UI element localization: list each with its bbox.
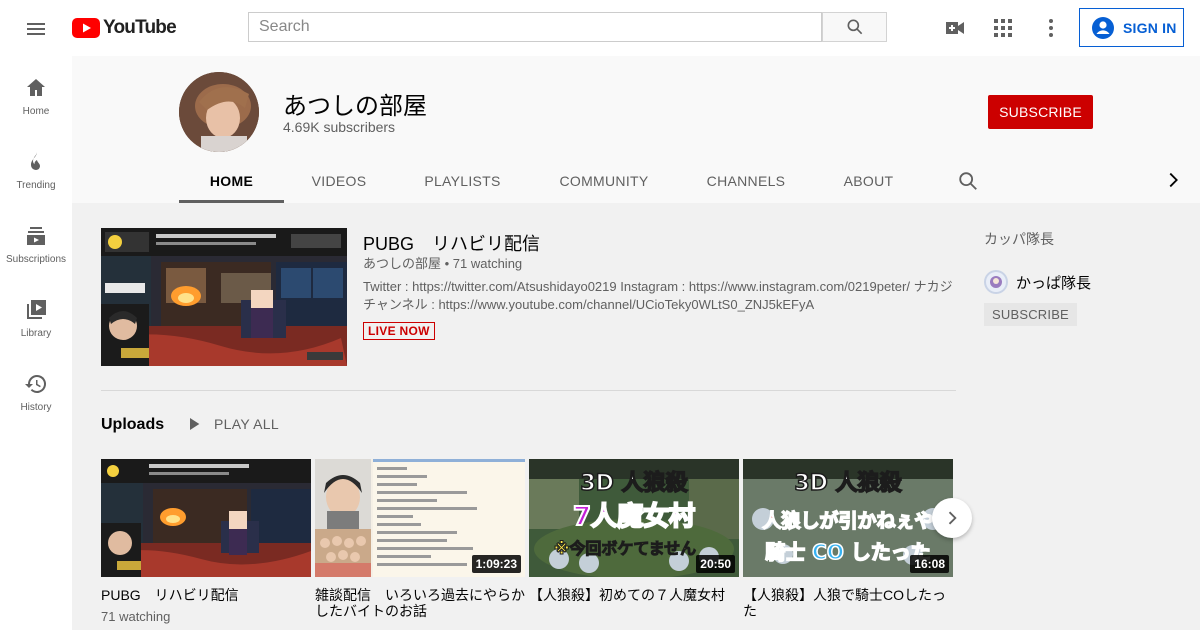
- channel-title: あつしの部屋: [283, 93, 427, 120]
- featured-channel-item[interactable]: かっぱ隊長: [984, 270, 1091, 294]
- chevron-right-icon[interactable]: [1162, 169, 1184, 191]
- featured-channel-subscribe-button[interactable]: SUBSCRIBE: [984, 303, 1077, 326]
- home-icon: [27, 79, 45, 96]
- flame-icon: [31, 152, 40, 170]
- featured-video-meta: あつしの部屋 • 71 watching: [363, 256, 523, 271]
- video-duration: 20:50: [696, 555, 735, 573]
- thumbnail-text-line: ※今回ボケてません: [554, 539, 696, 558]
- search-input[interactable]: [249, 13, 821, 41]
- video-thumbnail[interactable]: 3D 人狼殺 7人魔女村 ※今回ボケてません 20:50: [529, 459, 739, 577]
- section-divider: [101, 390, 956, 391]
- tab-playlists[interactable]: PLAYLISTS: [409, 158, 516, 203]
- thumbnail-text-line: 人狼しが引かねぇや: [762, 509, 933, 532]
- play-all-button[interactable]: PLAY ALL: [186, 416, 279, 432]
- video-thumbnail[interactable]: 1:09:23: [315, 459, 525, 577]
- channel-avatar[interactable]: [179, 72, 259, 152]
- guide-item-history[interactable]: History: [0, 362, 72, 422]
- guide-label: Home: [22, 106, 50, 117]
- video-thumbnail[interactable]: 3D 人狼殺 人狼しが引かねぇや 騎士 CO したった 16:08: [743, 459, 953, 577]
- youtube-logo[interactable]: YouTube: [72, 17, 177, 39]
- guide-label: Subscriptions: [5, 254, 67, 265]
- channel-search-icon[interactable]: [957, 170, 979, 192]
- live-now-badge: LIVE NOW: [363, 322, 435, 340]
- guide-label: Trending: [16, 180, 56, 191]
- sign-in-button[interactable]: SIGN IN: [1079, 8, 1184, 47]
- video-card: 3D 人狼殺 人狼しが引かねぇや 騎士 CO したった 16:08 【人狼殺】人…: [743, 459, 953, 619]
- video-thumbnail[interactable]: [101, 459, 311, 577]
- search-box: [248, 12, 822, 42]
- subscriber-count: 4.69K subscribers: [283, 119, 396, 135]
- tab-home[interactable]: HOME: [179, 158, 284, 203]
- tab-community[interactable]: COMMUNITY: [544, 158, 664, 203]
- account-icon: [1092, 16, 1114, 39]
- video-title[interactable]: 【人狼殺】初めての７人魔女村: [529, 587, 739, 603]
- masthead: YouTube SIGN IN: [0, 0, 1200, 56]
- video-card: 1:09:23 雑談配信 いろいろ過去にやらかしたバイトのお話: [315, 459, 525, 619]
- video-duration: 16:08: [910, 555, 949, 573]
- guide-item-trending[interactable]: Trending: [0, 140, 72, 200]
- video-card: 3D 人狼殺 7人魔女村 ※今回ボケてません 20:50 【人狼殺】初めての７人…: [529, 459, 739, 603]
- search-button[interactable]: [822, 12, 887, 42]
- history-icon: [25, 374, 47, 393]
- tab-videos[interactable]: VIDEOS: [289, 158, 389, 203]
- chevron-right-icon: [948, 511, 957, 525]
- more-vert-icon[interactable]: [1039, 16, 1063, 40]
- guide-item-subscriptions[interactable]: Subscriptions: [0, 214, 72, 274]
- thumbnail-text-line: 騎士 CO したった: [765, 540, 931, 564]
- menu-icon[interactable]: [24, 17, 48, 41]
- guide-item-library[interactable]: Library: [0, 288, 72, 348]
- video-card: PUBG リハビリ配信 71 watching: [101, 459, 311, 624]
- tab-channels[interactable]: CHANNELS: [694, 158, 798, 203]
- video-title[interactable]: PUBG リハビリ配信: [101, 587, 311, 603]
- subscriptions-icon: [27, 227, 45, 245]
- search-icon: [847, 19, 862, 35]
- thumbnail-text-line: 3D 人狼殺: [580, 470, 688, 496]
- video-duration: 1:09:23: [471, 555, 521, 573]
- youtube-play-icon: [72, 18, 100, 38]
- guide-label: History: [20, 402, 52, 413]
- uploads-shelf-title[interactable]: Uploads: [101, 416, 164, 434]
- video-title[interactable]: 【人狼殺】人狼で騎士COしたった: [743, 587, 953, 619]
- thumbnail-text-line: 3D 人狼殺: [794, 470, 902, 496]
- guide-sidebar: Home Trending Subscriptions Library Hist…: [0, 56, 72, 630]
- tab-about[interactable]: ABOUT: [829, 158, 908, 203]
- featured-channel-name: かっぱ隊長: [1016, 274, 1092, 292]
- featured-channel-avatar: [984, 270, 1008, 294]
- play-icon: [190, 418, 200, 430]
- sign-in-label: SIGN IN: [1123, 19, 1177, 36]
- featured-channels-title: カッパ隊長: [984, 231, 1054, 247]
- create-video-icon[interactable]: [943, 16, 967, 40]
- featured-video-thumbnail[interactable]: [101, 228, 347, 366]
- video-meta: 71 watching: [101, 609, 171, 624]
- thumbnail-text-line: 7人魔女村: [573, 501, 695, 532]
- apps-grid-icon[interactable]: [991, 16, 1015, 40]
- library-icon: [27, 300, 46, 319]
- play-all-label: PLAY ALL: [214, 416, 279, 432]
- shelf-next-button[interactable]: [932, 498, 972, 538]
- featured-video-description: Twitter : https://twitter.com/Atsushiday…: [363, 279, 953, 312]
- logo-text: YouTube: [103, 17, 177, 38]
- guide-item-home[interactable]: Home: [0, 66, 72, 126]
- video-title[interactable]: 雑談配信 いろいろ過去にやらかしたバイトのお話: [315, 587, 525, 619]
- guide-label: Library: [20, 328, 52, 339]
- subscribe-button[interactable]: SUBSCRIBE: [988, 95, 1093, 129]
